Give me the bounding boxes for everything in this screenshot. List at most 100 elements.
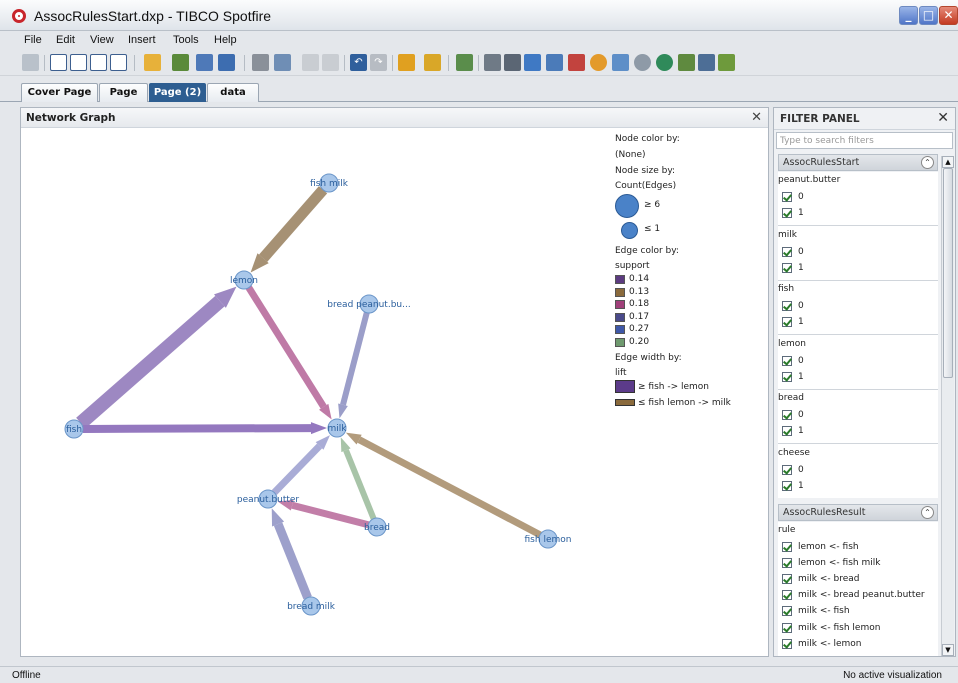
checkbox-icon[interactable]: [782, 355, 792, 366]
scroll-up-icon[interactable]: ▲: [942, 156, 954, 168]
filter-checkbox-cheese-1[interactable]: 1: [782, 480, 804, 493]
open-folder-icon[interactable]: [144, 54, 161, 71]
rule-checkbox[interactable]: milk <- fish lemon: [782, 622, 880, 635]
add-data-icon[interactable]: [172, 54, 189, 71]
filter-checkbox-fish-0[interactable]: 0: [782, 301, 804, 313]
undo-icon[interactable]: ↶: [350, 54, 367, 71]
menu-tools[interactable]: Tools: [173, 34, 199, 46]
summary-icon[interactable]: [504, 54, 521, 71]
combo-chart-icon[interactable]: [568, 54, 585, 71]
checkbox-icon[interactable]: [782, 574, 792, 585]
graph-node-fish_milk[interactable]: fish milk: [310, 173, 349, 193]
maximize-viz-icon[interactable]: [110, 54, 127, 71]
menu-insert[interactable]: Insert: [128, 34, 156, 46]
checkbox-icon[interactable]: [782, 208, 792, 218]
checkbox-icon[interactable]: [782, 371, 792, 382]
close-icon[interactable]: ✕: [751, 110, 762, 125]
3d-scatter-icon[interactable]: [634, 54, 651, 71]
graph-edge-fish-milk[interactable]: [82, 422, 328, 435]
rule-checkbox[interactable]: lemon <- fish: [782, 542, 859, 554]
rule-checkbox[interactable]: milk <- fish: [782, 606, 850, 618]
graph-edge-fish-lemon[interactable]: [76, 286, 237, 429]
collapse-icon[interactable]: ⌃: [921, 156, 934, 169]
graph-edge-bread-milk[interactable]: [340, 437, 377, 520]
scroll-thumb[interactable]: [943, 168, 953, 378]
export-icon[interactable]: [274, 54, 291, 71]
bar-chart-icon[interactable]: [524, 54, 541, 71]
graph-edge-bread_pb-milk[interactable]: [338, 311, 370, 419]
filter-checkbox-peanut.butter-1[interactable]: 1: [782, 208, 804, 220]
menu-edit[interactable]: Edit: [56, 34, 75, 46]
checkbox-icon[interactable]: [782, 192, 792, 202]
menu-view[interactable]: View: [90, 34, 114, 46]
checkbox-icon[interactable]: [782, 410, 792, 420]
checkbox-icon[interactable]: [782, 464, 792, 475]
collapse-icon[interactable]: ⌃: [921, 506, 934, 519]
close-icon[interactable]: ✕: [937, 110, 949, 126]
checkbox-icon[interactable]: [782, 480, 792, 491]
rule-checkbox[interactable]: milk <- bread: [782, 574, 859, 586]
graph-node-lemon[interactable]: lemon: [230, 270, 258, 290]
filter-checkbox-cheese-0[interactable]: 0: [782, 464, 804, 477]
graph-node-milk[interactable]: milk: [327, 418, 348, 438]
checkbox-icon[interactable]: [782, 542, 792, 552]
reset-icon[interactable]: [398, 54, 415, 71]
checkbox-icon[interactable]: [782, 590, 792, 601]
filter-checkbox-bread-0[interactable]: 0: [782, 410, 804, 422]
bookmark-icon[interactable]: [424, 54, 441, 71]
network-graph-icon[interactable]: [718, 54, 735, 71]
heat-map-icon[interactable]: [698, 54, 715, 71]
redo-icon[interactable]: ↷: [370, 54, 387, 71]
map-icon[interactable]: [656, 54, 673, 71]
network-graph-visualization[interactable]: Network Graph ✕ fish milk lemon bread pean…: [20, 107, 769, 657]
graph-node-fish[interactable]: fish: [64, 419, 84, 439]
line-chart-icon[interactable]: [546, 54, 563, 71]
refresh-icon[interactable]: [196, 54, 213, 71]
scroll-down-icon[interactable]: ▼: [942, 644, 954, 656]
layout-columns-icon[interactable]: [70, 54, 87, 71]
rule-checkbox[interactable]: milk <- lemon: [782, 638, 862, 651]
filter-checkbox-lemon-0[interactable]: 0: [782, 355, 804, 368]
checkbox-icon[interactable]: [782, 262, 792, 273]
graph-edge-lemon-milk[interactable]: [245, 285, 332, 420]
filter-table-header[interactable]: AssocRulesStart ⌃: [778, 154, 938, 171]
filter-scrollbar[interactable]: ▲ ▼: [941, 156, 954, 656]
graph-node-bread[interactable]: bread: [364, 517, 390, 537]
graph-edge-bread_milk-peanut_butter[interactable]: [271, 508, 312, 600]
library-icon[interactable]: [22, 54, 39, 71]
filter-checkbox-milk-0[interactable]: 0: [782, 246, 804, 259]
graph-node-bread_pb[interactable]: bread peanut.bu...: [327, 294, 411, 314]
layout-rows-icon[interactable]: [90, 54, 107, 71]
box-plot-icon[interactable]: [678, 54, 695, 71]
paste-icon[interactable]: [322, 54, 339, 71]
checkbox-icon[interactable]: [782, 606, 792, 617]
save-icon[interactable]: [218, 54, 235, 71]
menu-help[interactable]: Help: [214, 34, 237, 46]
checkbox-icon[interactable]: [782, 426, 792, 436]
filter-checkbox-lemon-1[interactable]: 1: [782, 371, 804, 384]
checkbox-icon[interactable]: [782, 622, 792, 633]
layout-grid-icon[interactable]: [50, 54, 67, 71]
graph-edge-peanut_butter-milk[interactable]: [271, 435, 331, 495]
menu-file[interactable]: File: [24, 34, 42, 46]
filter-search-input[interactable]: [776, 132, 953, 149]
checkbox-icon[interactable]: [782, 246, 792, 257]
tab-page-2[interactable]: Page (2): [149, 83, 206, 102]
table-icon[interactable]: [484, 54, 501, 71]
minimize-icon[interactable]: _: [899, 6, 918, 25]
checkbox-icon[interactable]: [782, 317, 792, 327]
maximize-icon[interactable]: □: [919, 6, 938, 25]
checkbox-icon[interactable]: [782, 558, 792, 569]
filter-checkbox-peanut.butter-0[interactable]: 0: [782, 192, 804, 204]
checkbox-icon[interactable]: [782, 301, 792, 311]
filter-checkbox-fish-1[interactable]: 1: [782, 317, 804, 329]
pie-chart-icon[interactable]: [590, 54, 607, 71]
close-icon[interactable]: ✕: [939, 6, 958, 25]
graph-edge-fish_milk-lemon[interactable]: [250, 186, 328, 273]
rule-checkbox[interactable]: milk <- bread peanut.butter: [782, 590, 925, 602]
filter-checkbox-bread-1[interactable]: 1: [782, 426, 804, 438]
tab-data[interactable]: data: [207, 83, 259, 102]
print-icon[interactable]: [252, 54, 269, 71]
tab-page[interactable]: Page: [99, 83, 148, 102]
scatter-icon[interactable]: [612, 54, 629, 71]
